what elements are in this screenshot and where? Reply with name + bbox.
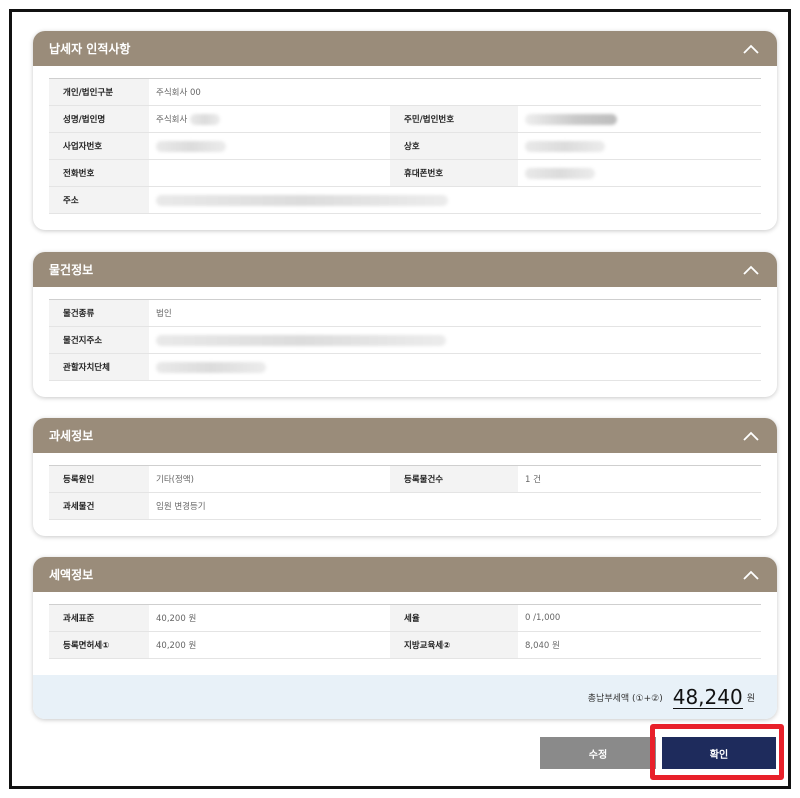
field-label: 과세물건 xyxy=(49,492,149,520)
field-label: 지방교육세② xyxy=(390,631,518,659)
taxation-section-title: 과세정보 xyxy=(49,429,94,443)
table-row: 과세표준 40,200 원 세율 0 /1,000 xyxy=(49,604,761,632)
field-value: 1 건 xyxy=(525,475,541,485)
redacted-blur xyxy=(156,194,448,206)
field-label: 상호 xyxy=(390,132,518,160)
table-row: 물건종류 법인 xyxy=(49,299,761,327)
table-row: 등록면허세① 40,200 원 지방교육세② 8,040 원 xyxy=(49,631,761,659)
field-label: 성명/법인명 xyxy=(49,105,149,133)
table-row: 관할자치단체 xyxy=(49,353,761,381)
field-value: 0 /1,000 xyxy=(525,613,561,623)
redacted-blur xyxy=(156,140,226,152)
property-table: 물건종류 법인 물건지주소 관할자치단체 xyxy=(49,299,761,381)
table-row: 개인/법인구분 주식회사 00 xyxy=(49,78,761,106)
field-label: 전화번호 xyxy=(49,159,149,187)
field-label: 휴대폰번호 xyxy=(390,159,518,187)
field-value: 법인 xyxy=(156,309,172,319)
table-row: 사업자번호 상호 xyxy=(49,132,761,160)
field-label: 세율 xyxy=(390,604,518,632)
amount-table: 과세표준 40,200 원 세율 0 /1,000 등록면허세① 40,200 … xyxy=(49,604,761,659)
field-label: 등록원인 xyxy=(49,465,149,493)
amount-section: 세액정보 과세표준 40,200 원 세율 0 /1,000 등록면허세① 40… xyxy=(33,557,777,719)
property-section-header[interactable]: 물건정보 xyxy=(33,252,777,287)
taxation-table: 등록원인 기타(정액) 등록물건수 1 건 과세물건 임원 변경등기 xyxy=(49,465,761,520)
amount-section-title: 세액정보 xyxy=(49,568,94,582)
field-value xyxy=(149,133,390,160)
field-label: 개인/법인구분 xyxy=(49,78,149,106)
total-tax-bar: 총납부세액 (①+②) 48,240 원 xyxy=(33,675,777,719)
redacted-blur xyxy=(156,334,446,346)
field-label: 등록물건수 xyxy=(390,465,518,493)
chevron-up-icon[interactable] xyxy=(741,39,761,59)
field-label: 사업자번호 xyxy=(49,132,149,160)
field-value: 임원 변경등기 xyxy=(156,502,206,512)
redacted-blur xyxy=(525,167,595,179)
taxpayer-table: 개인/법인구분 주식회사 00 성명/법인명 주식회사 주민/법인번호 사업자번… xyxy=(49,78,761,214)
field-value: 주식회사 00 xyxy=(156,88,201,98)
taxpayer-section: 납세자 인적사항 개인/법인구분 주식회사 00 성명/법인명 주식회사 주민/… xyxy=(33,31,777,230)
property-section-title: 물건정보 xyxy=(49,263,94,277)
field-label: 주민/법인번호 xyxy=(390,105,518,133)
field-value: 주식회사 xyxy=(149,106,390,133)
confirm-button[interactable]: 확인 xyxy=(662,737,776,769)
chevron-up-icon[interactable] xyxy=(741,426,761,446)
field-label: 관할자치단체 xyxy=(49,353,149,381)
field-label: 주소 xyxy=(49,186,149,214)
taxation-section-header[interactable]: 과세정보 xyxy=(33,418,777,453)
field-value xyxy=(518,133,761,160)
field-value xyxy=(149,354,761,381)
amount-section-header[interactable]: 세액정보 xyxy=(33,557,777,592)
table-row: 주소 xyxy=(49,186,761,214)
field-label: 과세표준 xyxy=(49,604,149,632)
table-row: 성명/법인명 주식회사 주민/법인번호 xyxy=(49,105,761,133)
redacted-blur xyxy=(189,114,220,125)
total-tax-unit: 원 xyxy=(746,693,755,704)
field-value: 기타(정액) xyxy=(156,475,194,485)
redacted-blur xyxy=(525,140,605,152)
table-row: 과세물건 임원 변경등기 xyxy=(49,492,761,520)
chevron-up-icon[interactable] xyxy=(741,565,761,585)
redacted-blur xyxy=(525,113,617,125)
redacted-blur xyxy=(156,361,266,373)
taxation-section: 과세정보 등록원인 기타(정액) 등록물건수 1 건 과세물건 임원 변경등기 xyxy=(33,418,777,536)
field-value: 8,040 원 xyxy=(525,641,560,651)
taxpayer-section-title: 납세자 인적사항 xyxy=(49,42,131,56)
field-value xyxy=(149,327,761,354)
edit-button[interactable]: 수정 xyxy=(540,737,656,769)
taxpayer-section-header[interactable]: 납세자 인적사항 xyxy=(33,31,777,66)
table-row: 물건지주소 xyxy=(49,326,761,354)
field-value: 40,200 원 xyxy=(156,614,197,624)
field-value xyxy=(518,160,761,187)
field-value: 40,200 원 xyxy=(156,641,197,651)
total-tax-amount: 48,240 xyxy=(672,684,743,709)
field-label: 등록면허세① xyxy=(49,631,149,659)
field-value xyxy=(149,160,390,187)
chevron-up-icon[interactable] xyxy=(741,260,761,280)
field-value xyxy=(518,106,761,133)
table-row: 전화번호 휴대폰번호 xyxy=(49,159,761,187)
field-label: 물건종류 xyxy=(49,299,149,327)
field-value xyxy=(149,187,761,214)
total-tax-label: 총납부세액 (①+②) xyxy=(587,693,663,704)
table-row: 등록원인 기타(정액) 등록물건수 1 건 xyxy=(49,465,761,493)
property-section: 물건정보 물건종류 법인 물건지주소 관할자치단체 xyxy=(33,252,777,397)
field-label: 물건지주소 xyxy=(49,326,149,354)
